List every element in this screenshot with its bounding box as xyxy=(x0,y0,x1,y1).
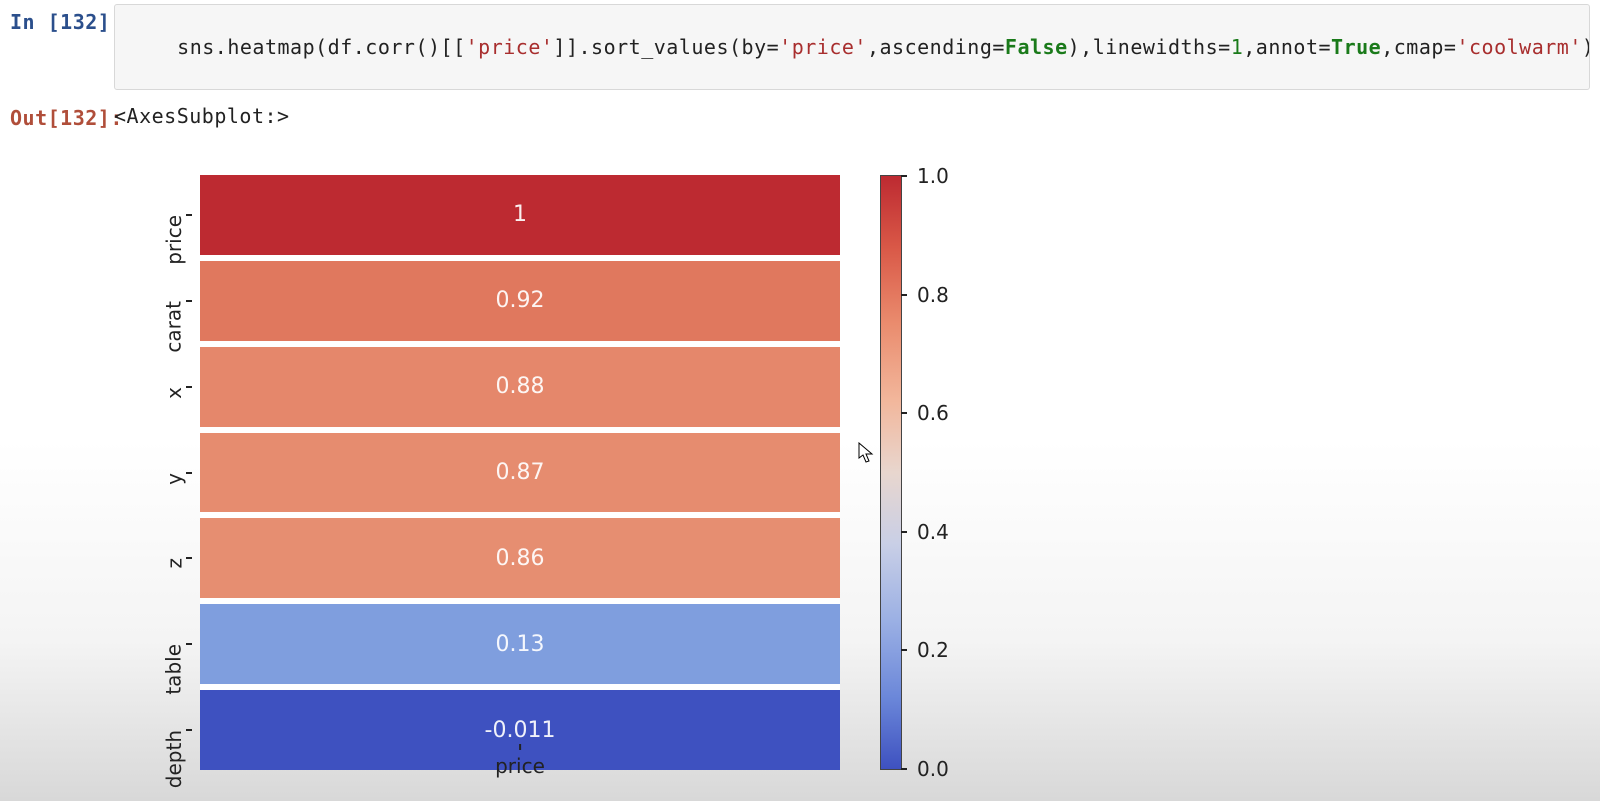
code-token: True xyxy=(1331,35,1381,59)
heatmap-cell: 0.13 xyxy=(200,604,840,684)
code-token: False xyxy=(1005,35,1068,59)
cursor-icon xyxy=(858,442,874,464)
colorbar-tick-label: 0.6 xyxy=(917,401,949,425)
heatmap-cell: 0.87 xyxy=(200,433,840,513)
xtick: price xyxy=(495,744,545,778)
colorbar-tick: 0.0 xyxy=(901,757,981,781)
colorbar-tick: 0.2 xyxy=(901,638,981,662)
heatmap-cell: 0.92 xyxy=(200,261,840,341)
code-token: .heatmap(df.corr()[[ xyxy=(215,35,466,59)
code-token: ,ascending= xyxy=(867,35,1005,59)
in-prompt: In [132]: xyxy=(0,0,110,34)
colorbar-tick-label: 0.0 xyxy=(917,757,949,781)
output-repr: <AxesSubplot:> xyxy=(110,96,290,128)
code-token: ,annot= xyxy=(1243,35,1331,59)
heatmap-axes: 1price0.92carat0.88x0.87y0.86z0.13table-… xyxy=(200,175,840,770)
ytick-label: carat xyxy=(162,301,186,353)
code-token: 'price' xyxy=(779,35,867,59)
code-token: 1 xyxy=(1231,35,1244,59)
colorbar-tick-label: 0.2 xyxy=(917,638,949,662)
code-token: sns xyxy=(177,35,215,59)
colorbar-tick-label: 0.8 xyxy=(917,283,949,307)
code-token: ) xyxy=(1582,35,1590,59)
code-token: ,cmap= xyxy=(1381,35,1456,59)
colorbar-tick: 0.8 xyxy=(901,283,981,307)
heatmap-cell: 0.88 xyxy=(200,347,840,427)
colorbar: 0.00.20.40.60.81.0 xyxy=(880,175,902,770)
code-token: ]].sort_values(by= xyxy=(553,35,779,59)
ytick-label: x xyxy=(162,387,186,399)
ytick-label: y xyxy=(162,473,186,485)
heatmap-figure: 1price0.92carat0.88x0.87y0.86z0.13table-… xyxy=(110,150,990,801)
heatmap-cell: 0.86 xyxy=(200,518,840,598)
colorbar-tick-label: 1.0 xyxy=(917,164,949,188)
xlabel: price xyxy=(495,754,545,778)
colorbar-tick: 1.0 xyxy=(901,164,981,188)
colorbar-tick-label: 0.4 xyxy=(917,520,949,544)
code-token: 'price' xyxy=(466,35,554,59)
out-prompt: Out[132]: xyxy=(0,96,110,130)
colorbar-tick: 0.4 xyxy=(901,520,981,544)
code-token: ),linewidths= xyxy=(1068,35,1231,59)
output-cell: Out[132]: <AxesSubplot:> xyxy=(0,96,1600,130)
heatmap-cell: 1 xyxy=(200,175,840,255)
ytick-label: table xyxy=(162,644,186,695)
ytick-label: z xyxy=(162,558,186,569)
ytick-label: price xyxy=(162,215,186,265)
code-input[interactable]: sns.heatmap(df.corr()[['price']].sort_va… xyxy=(114,4,1590,90)
colorbar-tick: 0.6 xyxy=(901,401,981,425)
code-token: 'coolwarm' xyxy=(1456,35,1581,59)
ytick-label: depth xyxy=(162,730,186,788)
input-cell: In [132]: sns.heatmap(df.corr()[['price'… xyxy=(0,0,1600,96)
